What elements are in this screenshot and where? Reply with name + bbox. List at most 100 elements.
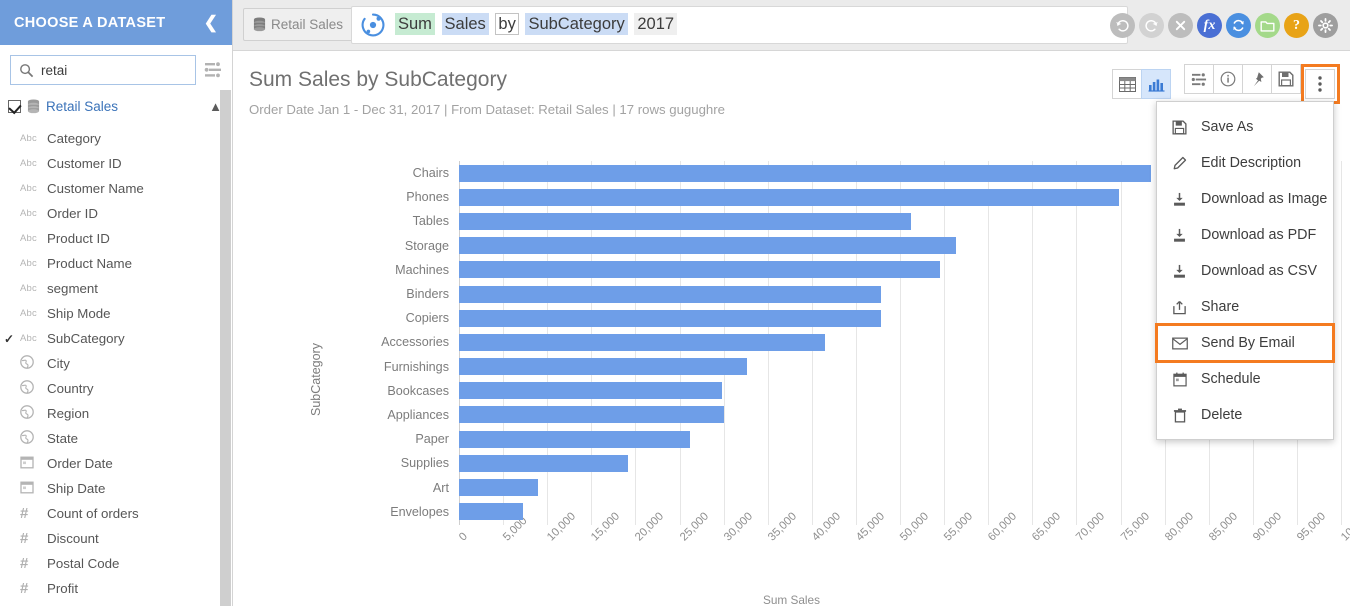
page-title: Sum Sales by SubCategory xyxy=(249,68,507,91)
menu-item-label: Download as CSV xyxy=(1201,263,1318,279)
field-item-order-id[interactable]: Abc Order ID xyxy=(0,201,221,226)
gridline xyxy=(1341,161,1342,525)
bar-chairs[interactable] xyxy=(459,164,1152,182)
dataset-checkbox[interactable] xyxy=(8,99,21,113)
menu-item-edit-description[interactable]: Edit Description xyxy=(1157,145,1333,181)
x-axis-title: Sum Sales xyxy=(762,593,821,606)
formula-icon[interactable]: fx xyxy=(1197,13,1222,38)
field-item-subcategory[interactable]: ✓ Abc SubCategory xyxy=(0,326,221,351)
field-label: Order ID xyxy=(47,206,98,221)
number-type-icon: # xyxy=(20,555,29,572)
menu-item-share[interactable]: Share xyxy=(1157,289,1333,325)
field-label: Region xyxy=(47,406,90,421)
field-item-ship-mode[interactable]: Abc Ship Mode xyxy=(0,301,221,326)
query-token-sum[interactable]: Sum xyxy=(395,13,435,36)
chevron-left-icon[interactable]: ❮ xyxy=(204,14,218,31)
bar-appliances[interactable] xyxy=(459,406,724,424)
field-item-category[interactable]: Abc Category xyxy=(0,126,221,151)
menu-item-download-as-pdf[interactable]: Download as PDF xyxy=(1157,217,1333,253)
download-icon xyxy=(1171,192,1188,207)
search-box[interactable] xyxy=(10,55,196,85)
sidebar-scrollbar[interactable] xyxy=(220,90,231,606)
refresh-icon[interactable] xyxy=(1226,13,1251,38)
field-item-postal-code[interactable]: # Postal Code xyxy=(0,551,221,576)
menu-item-download-as-image[interactable]: Download as Image xyxy=(1157,181,1333,217)
geo-type-icon xyxy=(20,355,40,372)
bar-storage[interactable] xyxy=(459,237,957,255)
chart-view-button[interactable] xyxy=(1141,69,1171,99)
viz-toolbar xyxy=(1112,64,1340,104)
field-item-order-date[interactable]: Order Date xyxy=(0,451,221,476)
menu-item-label: Download as PDF xyxy=(1201,227,1317,243)
undo-icon[interactable] xyxy=(1110,13,1135,38)
field-item-profit[interactable]: # Profit xyxy=(0,576,221,601)
menu-item-save-as[interactable]: Save As xyxy=(1157,109,1333,145)
bar-furnishings[interactable] xyxy=(459,358,748,376)
field-item-segment[interactable]: Abc segment xyxy=(0,276,221,301)
info-button[interactable] xyxy=(1213,64,1243,94)
bar-art[interactable] xyxy=(459,479,539,497)
chart-subtitle: Order Date Jan 1 - Dec 31, 2017 | From D… xyxy=(249,102,725,117)
bar-supplies[interactable] xyxy=(459,454,629,472)
text-type-icon: Abc xyxy=(20,283,37,294)
field-item-discount[interactable]: # Discount xyxy=(0,526,221,551)
query-bar[interactable]: Sum Sales by SubCategory 2017 xyxy=(351,6,1128,44)
x-axis-tick: 0 xyxy=(457,530,470,544)
menu-item-delete[interactable]: Delete xyxy=(1157,397,1333,433)
bar-tables[interactable] xyxy=(459,212,911,230)
menu-item-schedule[interactable]: Schedule xyxy=(1157,361,1333,397)
filter-list-icon[interactable] xyxy=(204,60,224,80)
floppy-disk-icon xyxy=(1278,71,1294,87)
bar-paper[interactable] xyxy=(459,430,691,448)
number-type-icon: # xyxy=(20,580,29,597)
field-item-count-of-orders[interactable]: # Count of orders xyxy=(0,501,221,526)
field-label: segment xyxy=(47,281,98,296)
text-type-icon: Abc xyxy=(20,133,37,144)
table-view-button[interactable] xyxy=(1112,69,1142,99)
bar-bookcases[interactable] xyxy=(459,382,722,400)
help-icon[interactable]: ? xyxy=(1284,13,1309,38)
redo-icon[interactable] xyxy=(1139,13,1164,38)
search-input[interactable] xyxy=(41,62,195,78)
bar-machines[interactable] xyxy=(459,261,940,279)
bar-envelopes[interactable] xyxy=(459,503,523,521)
bar-phones[interactable] xyxy=(459,188,1119,206)
pin-button[interactable] xyxy=(1242,64,1272,94)
field-item-customer-name[interactable]: Abc Customer Name xyxy=(0,176,221,201)
field-item-country[interactable]: Country xyxy=(0,376,221,401)
bar-copiers[interactable] xyxy=(459,309,881,327)
query-token-by[interactable]: by xyxy=(495,13,519,36)
field-item-state[interactable]: State xyxy=(0,426,221,451)
dataset-sidebar: CHOOSE A DATASET ❮ retai Retail Sales ▲ … xyxy=(0,0,233,606)
field-item-product-name[interactable]: Abc Product Name xyxy=(0,251,221,276)
bar-binders[interactable] xyxy=(459,285,881,303)
close-icon[interactable] xyxy=(1168,13,1193,38)
field-item-city[interactable]: City xyxy=(0,351,221,376)
menu-item-label: Edit Description xyxy=(1201,155,1302,171)
field-label: Customer ID xyxy=(47,156,122,171)
dataset-name[interactable]: Retail Sales xyxy=(46,99,118,114)
fields-button[interactable] xyxy=(1184,64,1214,94)
field-item-customer-id[interactable]: Abc Customer ID xyxy=(0,151,221,176)
field-item-region[interactable]: Region xyxy=(0,401,221,426)
bar-accessories[interactable] xyxy=(459,333,826,351)
query-token-2017[interactable]: 2017 xyxy=(634,13,678,36)
y-axis-tick: Paper xyxy=(415,432,449,447)
save-button[interactable] xyxy=(1271,64,1301,94)
menu-item-send-by-email[interactable]: Send By Email xyxy=(1155,323,1335,363)
menu-item-label: Send By Email xyxy=(1201,335,1295,351)
dataset-chip[interactable]: Retail Sales xyxy=(243,8,354,41)
query-token-subcategory[interactable]: SubCategory xyxy=(525,13,628,36)
field-item-product-id[interactable]: Abc Product ID xyxy=(0,226,221,251)
query-token-sales[interactable]: Sales xyxy=(441,13,489,36)
dataset-root-item[interactable]: Retail Sales ▲ xyxy=(0,93,232,119)
viz-actions-group xyxy=(1184,64,1340,104)
more-menu-button[interactable] xyxy=(1305,69,1335,99)
folder-icon[interactable] xyxy=(1255,13,1280,38)
field-item-ship-date[interactable]: Ship Date xyxy=(0,476,221,501)
database-icon xyxy=(27,98,40,113)
field-label: Ship Mode xyxy=(47,306,111,321)
settings-icon[interactable] xyxy=(1313,13,1338,38)
menu-item-download-as-csv[interactable]: Download as CSV xyxy=(1157,253,1333,289)
geo-type-icon xyxy=(20,405,40,422)
